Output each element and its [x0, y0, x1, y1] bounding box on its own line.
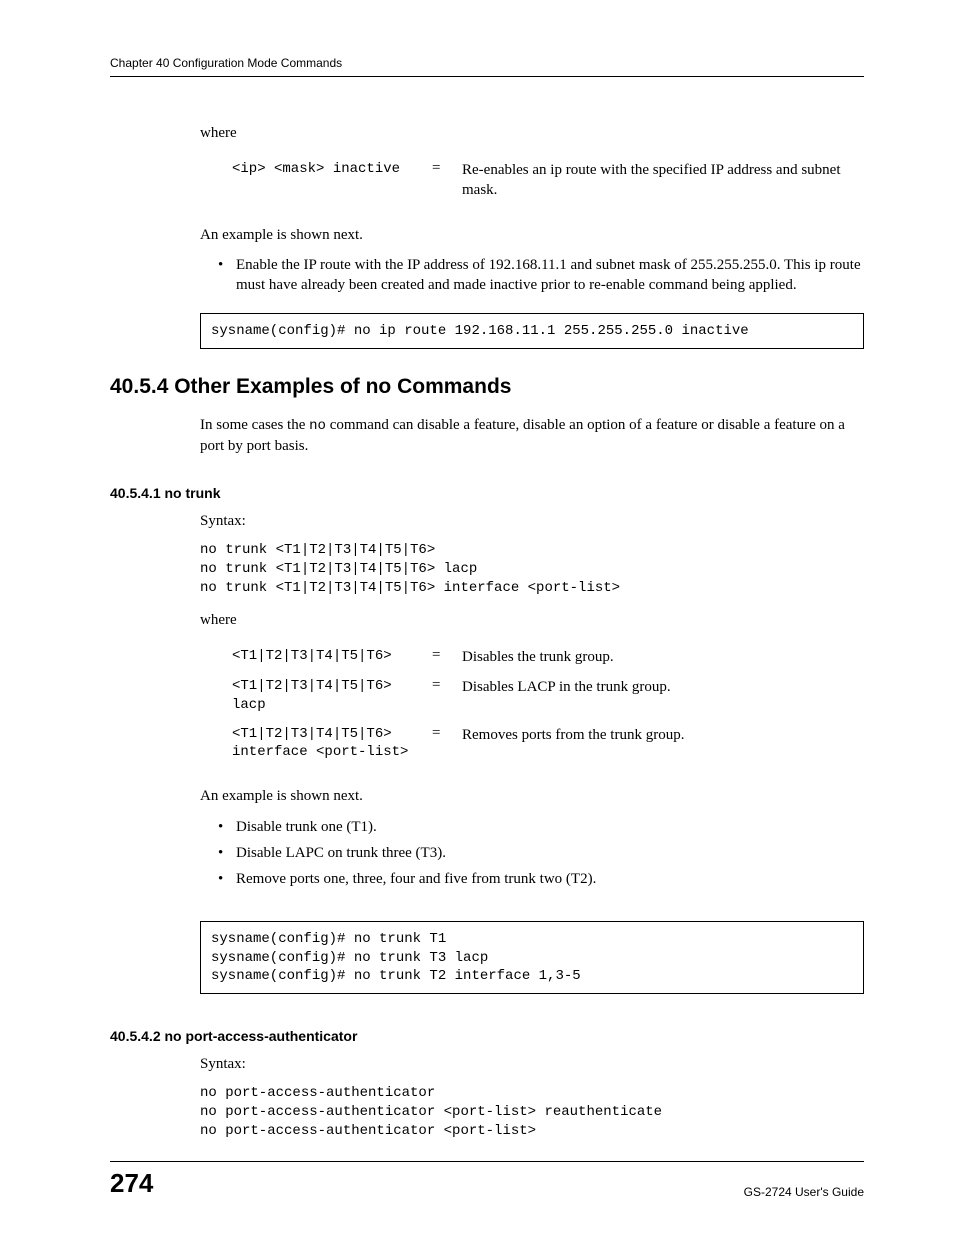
- bullet-dot-icon: •: [218, 255, 236, 296]
- where-label-1: where: [200, 125, 864, 142]
- page-footer: 274 GS-2724 User's Guide: [110, 1161, 864, 1199]
- param-eq: =: [432, 160, 462, 177]
- param-eq: =: [432, 725, 462, 742]
- example-intro-2: An example is shown next.: [200, 786, 864, 806]
- param-eq: =: [432, 647, 462, 664]
- list-item: • Remove ports one, three, four and five…: [218, 869, 864, 889]
- spacer: [200, 1020, 864, 1028]
- param-code: <T1|T2|T3|T4|T5|T6>: [232, 647, 432, 666]
- bullet-dot-icon: •: [218, 817, 236, 837]
- page-header: Chapter 40 Configuration Mode Commands: [110, 56, 864, 77]
- page-number: 274: [110, 1168, 153, 1199]
- code-example-2: sysname(config)# no trunk T1 sysname(con…: [200, 921, 864, 994]
- heading-40-5-4: 40.5.4 Other Examples of no Commands: [110, 375, 864, 399]
- bullet-text: Enable the IP route with the IP address …: [236, 255, 864, 296]
- param-desc: Re-enables an ip route with the specifie…: [462, 160, 864, 201]
- param-code: <T1|T2|T3|T4|T5|T6> interface <port-list…: [232, 725, 432, 763]
- syntax-label-1: Syntax:: [200, 511, 864, 531]
- guide-name: GS-2724 User's Guide: [744, 1185, 864, 1199]
- heading-40-5-4-1: 40.5.4.1 no trunk: [110, 485, 864, 501]
- list-item: • Enable the IP route with the IP addres…: [218, 255, 864, 296]
- bullet-list-2: • Disable trunk one (T1). • Disable LAPC…: [218, 817, 864, 890]
- syntax-block-1: no trunk <T1|T2|T3|T4|T5|T6> no trunk <T…: [200, 541, 864, 598]
- spacer: [200, 907, 864, 921]
- bullet-dot-icon: •: [218, 869, 236, 889]
- param-eq: =: [432, 677, 462, 694]
- param-table-1: <ip> <mask> inactive = Re-enables an ip …: [232, 160, 864, 201]
- bullet-dot-icon: •: [218, 843, 236, 863]
- list-item: • Disable LAPC on trunk three (T3).: [218, 843, 864, 863]
- param-code: <T1|T2|T3|T4|T5|T6> lacp: [232, 677, 432, 715]
- param-desc: Disables LACP in the trunk group.: [462, 677, 864, 697]
- param-table-2: <T1|T2|T3|T4|T5|T6> = Disables the trunk…: [232, 647, 864, 763]
- param-row: <T1|T2|T3|T4|T5|T6> lacp = Disables LACP…: [232, 677, 864, 715]
- param-row: <T1|T2|T3|T4|T5|T6> = Disables the trunk…: [232, 647, 864, 667]
- heading-40-5-4-2: 40.5.4.2 no port-access-authenticator: [110, 1028, 864, 1044]
- list-item: • Disable trunk one (T1).: [218, 817, 864, 837]
- inline-code-no: no: [309, 418, 326, 434]
- syntax-block-2: no port-access-authenticator no port-acc…: [200, 1084, 864, 1141]
- page-content: where <ip> <mask> inactive = Re-enables …: [200, 125, 864, 1141]
- code-example-1: sysname(config)# no ip route 192.168.11.…: [200, 313, 864, 349]
- bullet-text: Remove ports one, three, four and five f…: [236, 869, 596, 889]
- bullet-text: Disable LAPC on trunk three (T3).: [236, 843, 446, 863]
- spacer: [200, 467, 864, 485]
- para-text-pre: In some cases the: [200, 417, 309, 433]
- param-code: <ip> <mask> inactive: [232, 160, 432, 179]
- syntax-label-2: Syntax:: [200, 1054, 864, 1074]
- para-40-5-4: In some cases the no command can disable…: [200, 415, 864, 456]
- param-row: <T1|T2|T3|T4|T5|T6> interface <port-list…: [232, 725, 864, 763]
- chapter-title: Chapter 40 Configuration Mode Commands: [110, 56, 342, 70]
- bullet-list-1: • Enable the IP route with the IP addres…: [218, 255, 864, 296]
- param-desc: Disables the trunk group.: [462, 647, 864, 667]
- param-row: <ip> <mask> inactive = Re-enables an ip …: [232, 160, 864, 201]
- param-desc: Removes ports from the trunk group.: [462, 725, 864, 745]
- bullet-text: Disable trunk one (T1).: [236, 817, 377, 837]
- where-label-2: where: [200, 612, 864, 629]
- example-intro-1: An example is shown next.: [200, 225, 864, 245]
